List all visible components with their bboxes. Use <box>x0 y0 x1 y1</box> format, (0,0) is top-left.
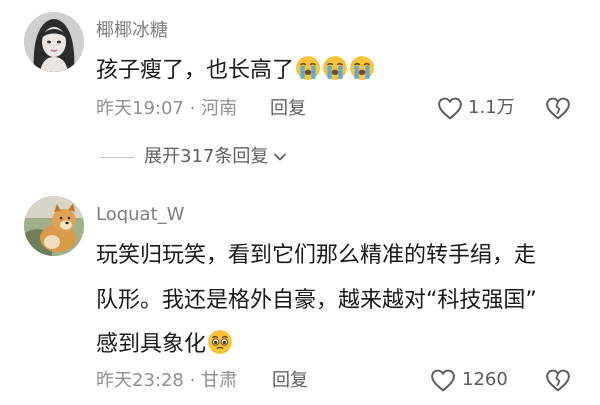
comment-time: 昨天23:28 <box>96 370 184 391</box>
avatar-dog-image <box>24 196 84 256</box>
expand-replies-label: 展开317条回复 <box>144 146 269 167</box>
avatar-girl-image <box>24 12 84 72</box>
comment-meta: 昨天19:07 · 河南 <box>96 98 237 120</box>
broken-heart-icon <box>546 97 570 120</box>
comment-text: 孩子瘦了，也长高了 <box>96 52 375 89</box>
like-count: 1260 <box>462 369 508 390</box>
user-avatar[interactable] <box>24 196 84 256</box>
comment-text: 感到具象化 <box>96 326 233 363</box>
like-button[interactable]: 1260 <box>430 368 508 392</box>
chevron-down-icon <box>274 153 287 161</box>
comment-text-line: 孩子瘦了，也长高了 <box>96 58 295 83</box>
broken-heart-icon <box>546 369 570 392</box>
comment-location: 河南 <box>201 98 238 119</box>
like-button[interactable]: 1.1万 <box>437 96 515 120</box>
reply-button[interactable]: 回复 <box>272 370 308 392</box>
comment-text-line: 感到具象化 <box>96 332 207 357</box>
user-avatar[interactable] <box>24 12 84 72</box>
comment-time: 昨天19:07 <box>96 98 184 119</box>
comment-meta: 昨天23:28 · 甘肃 <box>96 370 237 392</box>
comment-location: 甘肃 <box>201 370 238 391</box>
dislike-button[interactable] <box>545 368 571 392</box>
crying-face-icon <box>296 56 320 80</box>
comment-username[interactable]: 椰椰冰糖 <box>96 20 168 42</box>
meta-separator: · <box>189 370 196 391</box>
holding-back-tears-face-icon <box>208 330 232 354</box>
reply-button[interactable]: 回复 <box>270 98 306 120</box>
meta-separator: · <box>189 98 196 119</box>
heart-icon <box>431 369 455 392</box>
expand-replies[interactable]: 展开317条回复 <box>100 146 288 168</box>
like-count: 1.1万 <box>468 97 515 118</box>
emoji-group <box>294 56 375 83</box>
comment-text-line: 队形。我还是格外自豪，越来越对“科技强国” <box>96 288 537 313</box>
comment-username[interactable]: Loquat_W <box>96 204 184 226</box>
crying-face-icon <box>323 56 347 80</box>
expand-divider-line <box>100 156 134 158</box>
dislike-button[interactable] <box>545 96 571 120</box>
crying-face-icon <box>350 56 374 80</box>
heart-icon <box>438 97 462 120</box>
comment-text-line: 玩笑归玩笑，看到它们那么精准的转手绢，走 <box>96 243 537 268</box>
